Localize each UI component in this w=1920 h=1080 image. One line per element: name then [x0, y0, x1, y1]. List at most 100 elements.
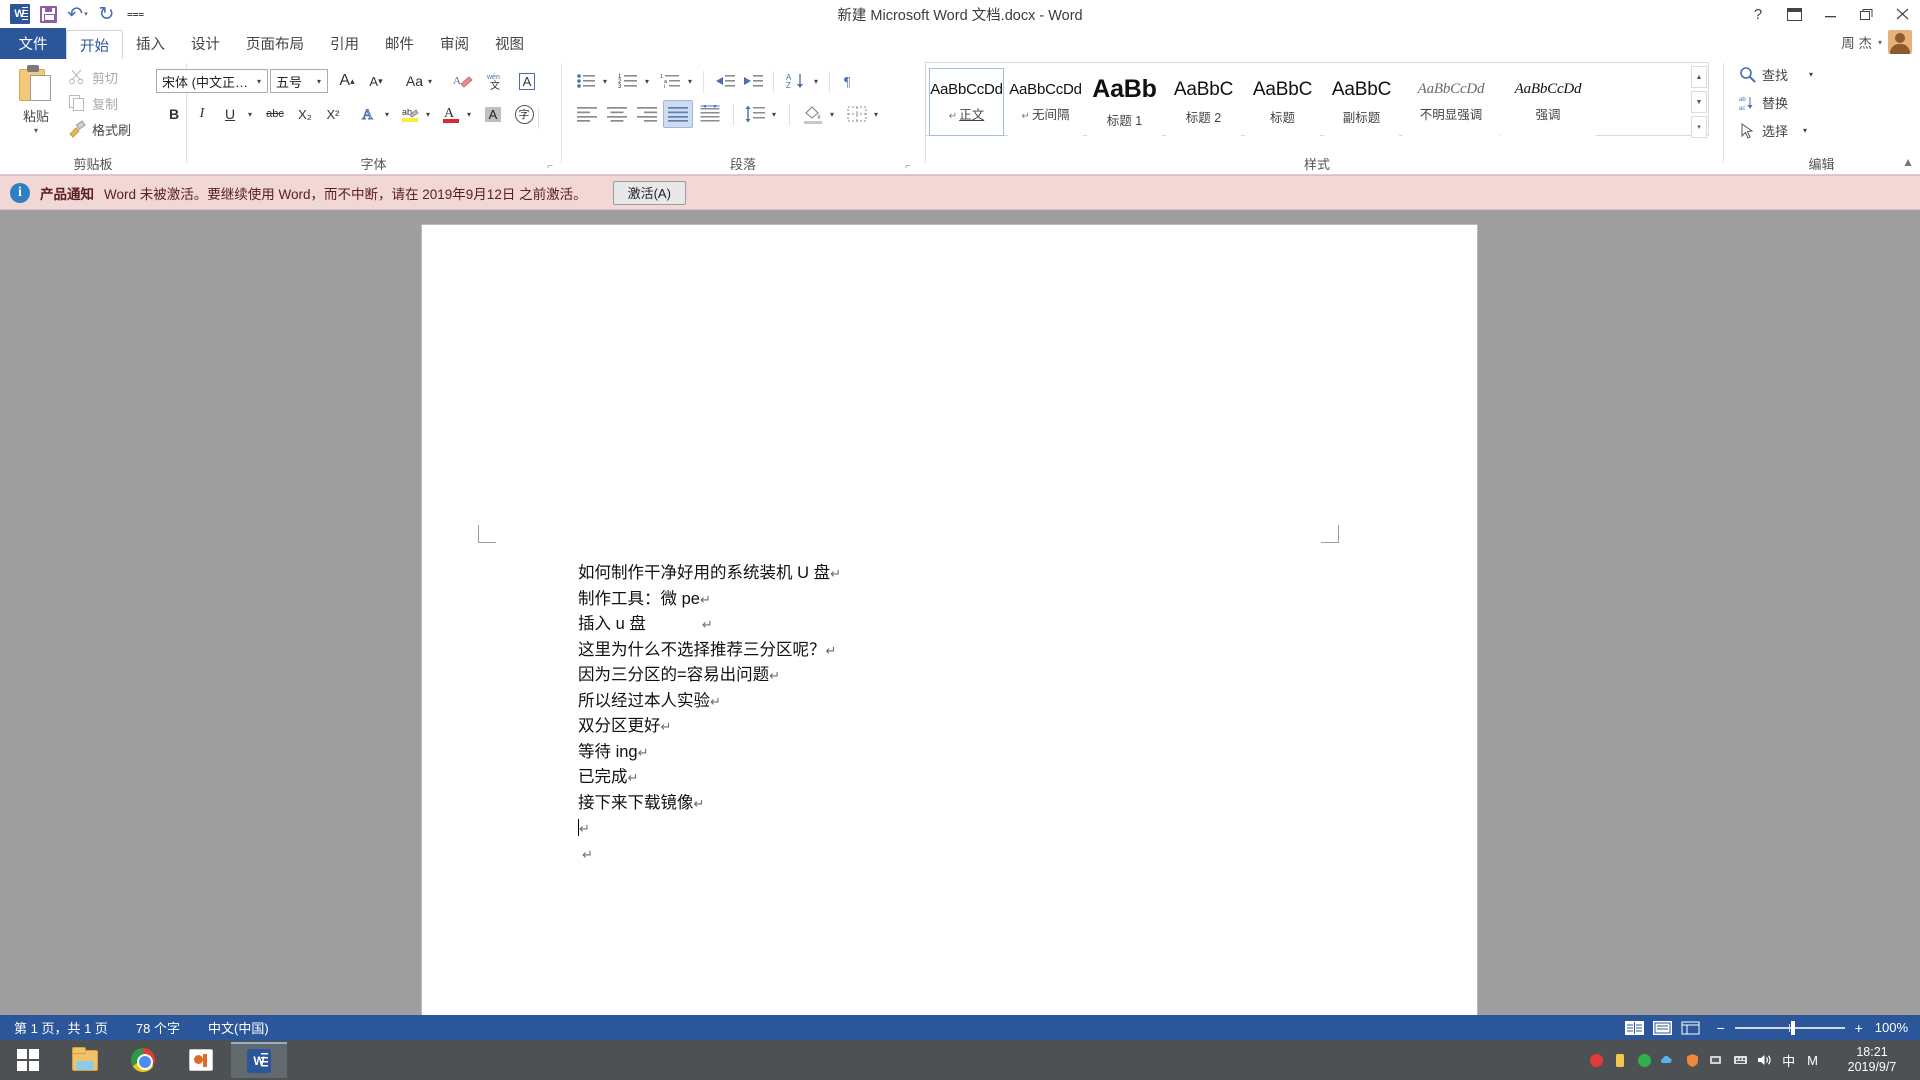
undo-caret-icon[interactable]: ▾: [84, 10, 88, 18]
line-spacing-caret[interactable]: ▾: [767, 101, 781, 127]
zoom-slider-handle[interactable]: [1790, 1020, 1795, 1035]
language-indicator[interactable]: 中文(中国): [194, 1018, 283, 1037]
style-item-no-spacing[interactable]: AaBbCcDd ↵ 无间隔: [1008, 68, 1083, 136]
change-case-button[interactable]: Aa ▾: [398, 68, 440, 94]
strikethrough-button[interactable]: abc: [260, 101, 290, 127]
shrink-font-button[interactable]: A ▾: [363, 68, 389, 94]
paragraph-dialog-launcher[interactable]: ⌐: [905, 161, 911, 172]
input-tools-icon[interactable]: [1728, 1040, 1752, 1080]
show-marks-button[interactable]: ¶: [837, 68, 865, 94]
font-color-caret[interactable]: ▾: [462, 101, 476, 127]
select-button[interactable]: 选择 ▾: [1739, 121, 1807, 140]
tab-page-layout[interactable]: 页面布局: [233, 28, 317, 59]
font-size-combo[interactable]: 五号 ▾: [270, 69, 328, 93]
clear-formatting-button[interactable]: A: [449, 68, 477, 94]
sort-button[interactable]: AZ: [783, 68, 811, 94]
redo-button[interactable]: ↻: [93, 1, 120, 27]
zoom-in-button[interactable]: +: [1853, 1020, 1865, 1036]
clipboard-dialog-launcher[interactable]: ⌐: [96, 161, 102, 172]
numbering-caret[interactable]: ▾: [640, 68, 654, 94]
line-spacing-button[interactable]: [741, 101, 769, 127]
taskbar-item-file-explorer[interactable]: [57, 1042, 113, 1078]
format-painter-button[interactable]: 格式刷: [68, 117, 131, 141]
zoom-slider[interactable]: [1734, 1020, 1845, 1035]
shading-button[interactable]: [799, 101, 827, 127]
taskbar-item-word[interactable]: W: [231, 1042, 287, 1078]
styles-scroll-down-button[interactable]: ▼: [1691, 91, 1707, 113]
shield-icon[interactable]: [1632, 1040, 1656, 1080]
align-center-button[interactable]: [603, 101, 631, 127]
style-item-heading-2[interactable]: AaBbC 标题 2: [1166, 68, 1241, 136]
align-left-button[interactable]: [573, 101, 601, 127]
word-count[interactable]: 78 个字: [122, 1018, 194, 1037]
tab-mailings[interactable]: 邮件: [372, 28, 427, 59]
replace-button[interactable]: ab ac 替换: [1739, 93, 1788, 112]
chevron-down-icon[interactable]: ▾: [34, 126, 38, 135]
text-highlight-button[interactable]: ab: [397, 101, 423, 127]
chevron-down-icon[interactable]: ▾: [1803, 126, 1807, 135]
decrease-indent-button[interactable]: [711, 68, 739, 94]
tab-design[interactable]: 设计: [178, 28, 233, 59]
tab-file[interactable]: 文件: [0, 28, 66, 59]
bullets-button[interactable]: [573, 68, 599, 94]
phonetic-guide-button[interactable]: wén 文: [481, 68, 511, 94]
italic-button[interactable]: I: [189, 101, 215, 127]
ime-indicator[interactable]: 中: [1776, 1051, 1801, 1070]
chevron-down-icon[interactable]: ▾: [311, 77, 327, 86]
style-item-normal[interactable]: AaBbCcDd ↵ 正文: [929, 68, 1004, 136]
borders-button[interactable]: [843, 101, 871, 127]
read-mode-button[interactable]: [1621, 1015, 1649, 1040]
shading-caret[interactable]: ▾: [825, 101, 839, 127]
multilevel-list-button[interactable]: 1ai: [657, 68, 685, 94]
superscript-button[interactable]: X²: [320, 101, 346, 127]
underline-button[interactable]: U: [217, 101, 243, 127]
style-item-subtitle[interactable]: AaBbC 副标题: [1324, 68, 1399, 136]
document-text-body[interactable]: 如何制作干净好用的系统装机 U 盘↵ 制作工具：微 pe↵ 插入 u 盘 ↵ 这里…: [578, 561, 1378, 867]
style-item-subtle-emphasis[interactable]: AaBbCcDd 不明显强调: [1403, 68, 1499, 136]
start-button[interactable]: [0, 1040, 56, 1080]
cut-button[interactable]: 剪切: [68, 65, 118, 89]
chevron-down-icon[interactable]: ▾: [1809, 70, 1813, 79]
styles-scroll-up-button[interactable]: ▲: [1691, 66, 1707, 88]
print-layout-button[interactable]: [1649, 1015, 1677, 1040]
ribbon-display-options-button[interactable]: [1776, 0, 1812, 28]
font-dialog-launcher[interactable]: ⌐: [547, 161, 553, 172]
underline-caret-button[interactable]: ▾: [243, 101, 257, 127]
zoom-level[interactable]: 100%: [1875, 1020, 1920, 1035]
bullets-caret[interactable]: ▾: [598, 68, 612, 94]
user-account-area[interactable]: 周 杰 ▾: [1841, 30, 1912, 54]
cloud-sync-icon[interactable]: [1656, 1040, 1680, 1080]
style-item-emphasis[interactable]: AaBbCcDd 强调: [1500, 68, 1596, 136]
firewall-icon[interactable]: [1680, 1040, 1704, 1080]
zoom-out-button[interactable]: −: [1715, 1020, 1727, 1036]
character-shading-button[interactable]: A: [479, 101, 507, 127]
document-page[interactable]: 如何制作干净好用的系统装机 U 盘↵ 制作工具：微 pe↵ 插入 u 盘 ↵ 这里…: [422, 225, 1477, 1015]
style-item-title[interactable]: AaBbC 标题: [1245, 68, 1320, 136]
help-button[interactable]: ?: [1740, 0, 1776, 28]
clock[interactable]: 18:21 2019/9/7: [1824, 1040, 1920, 1080]
distributed-button[interactable]: [696, 101, 724, 127]
activate-button[interactable]: 激活(A): [612, 180, 686, 205]
taskbar-item-powerpoint[interactable]: [173, 1042, 229, 1078]
increase-indent-button[interactable]: [739, 68, 767, 94]
highlight-caret[interactable]: ▾: [421, 101, 435, 127]
style-item-heading-1[interactable]: AaBb 标题 1: [1087, 68, 1162, 136]
web-layout-button[interactable]: [1677, 1015, 1705, 1040]
font-color-button[interactable]: A: [438, 101, 464, 127]
copy-button[interactable]: 复制: [68, 91, 118, 115]
find-button[interactable]: 查找 ▾: [1739, 65, 1813, 84]
network-icon[interactable]: [1704, 1040, 1728, 1080]
subscript-button[interactable]: X₂: [292, 101, 318, 127]
styles-more-button[interactable]: ▾: [1691, 116, 1707, 138]
save-button[interactable]: [35, 1, 62, 27]
bold-button[interactable]: B: [161, 101, 187, 127]
justify-button[interactable]: [663, 100, 693, 128]
minimize-button[interactable]: [1812, 0, 1848, 28]
text-effects-caret[interactable]: ▾: [380, 101, 394, 127]
paste-button[interactable]: 粘贴 ▾: [10, 63, 62, 145]
taskbar-item-google-chrome[interactable]: [115, 1042, 171, 1078]
align-right-button[interactable]: [633, 101, 661, 127]
battery-icon[interactable]: [1608, 1040, 1632, 1080]
tab-home[interactable]: 开始: [66, 30, 123, 60]
volume-icon[interactable]: [1752, 1040, 1776, 1080]
